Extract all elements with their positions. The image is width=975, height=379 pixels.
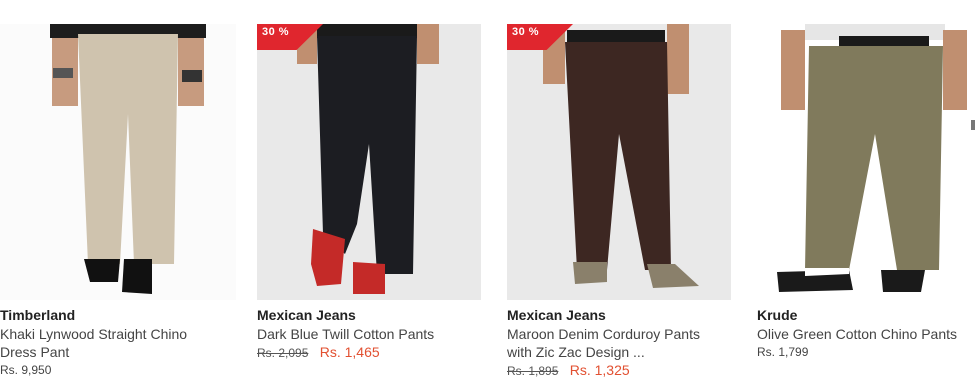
product-image[interactable]: [507, 24, 731, 300]
title-line[interactable]: with Zic Zac Design ...: [507, 343, 743, 361]
product-title[interactable]: Olive Green Cotton Chino Pants: [757, 325, 975, 343]
title-line[interactable]: Dark Blue Twill Cotton Pants: [257, 325, 493, 343]
product-card[interactable]: 30 % Mexican Jeans Dark Blue Twill Cotto…: [257, 0, 493, 371]
product-title[interactable]: Dark Blue Twill Cotton Pants: [257, 325, 493, 343]
sale-price: Rs. 1,325: [569, 362, 630, 378]
title-line[interactable]: Khaki Lynwood Straight Chino: [0, 325, 236, 343]
product-card[interactable]: 30 % Mexican Jeans Maroon Denim Corduroy…: [507, 0, 743, 378]
sale-badge-text: 30 %: [512, 26, 540, 38]
sale-badge-text: 30 %: [262, 26, 290, 38]
price-row: Rs. 1,799: [757, 344, 975, 360]
product-brand[interactable]: Krude: [757, 307, 975, 323]
product-brand[interactable]: Mexican Jeans: [507, 307, 743, 323]
old-price: Rs. 2,095: [257, 346, 309, 360]
product-brand[interactable]: Timberland: [0, 307, 236, 323]
product-card[interactable]: Krude Olive Green Cotton Chino Pants Rs.…: [757, 0, 975, 371]
title-line[interactable]: Olive Green Cotton Chino Pants: [757, 325, 975, 343]
title-line[interactable]: Maroon Denim Corduroy Pants: [507, 325, 743, 343]
product-brand[interactable]: Mexican Jeans: [257, 307, 493, 323]
sale-price: Rs. 1,465: [319, 344, 380, 360]
price-row: Rs. 2,095 Rs. 1,465: [257, 344, 493, 361]
product-card[interactable]: Timberland Khaki Lynwood Straight Chino …: [0, 0, 236, 377]
product-image[interactable]: [0, 24, 236, 300]
title-line[interactable]: Dress Pant: [0, 343, 236, 361]
price-row: Rs. 9,950: [0, 362, 236, 378]
product-image[interactable]: [257, 24, 481, 300]
scrollbar-edge[interactable]: [971, 120, 975, 130]
product-image[interactable]: [757, 24, 975, 300]
product-title[interactable]: Khaki Lynwood Straight Chino Dress Pant: [0, 325, 236, 361]
price: Rs. 1,799: [757, 345, 809, 359]
price: Rs. 9,950: [0, 363, 52, 377]
old-price: Rs. 1,895: [507, 364, 559, 378]
product-title[interactable]: Maroon Denim Corduroy Pants with Zic Zac…: [507, 325, 743, 361]
